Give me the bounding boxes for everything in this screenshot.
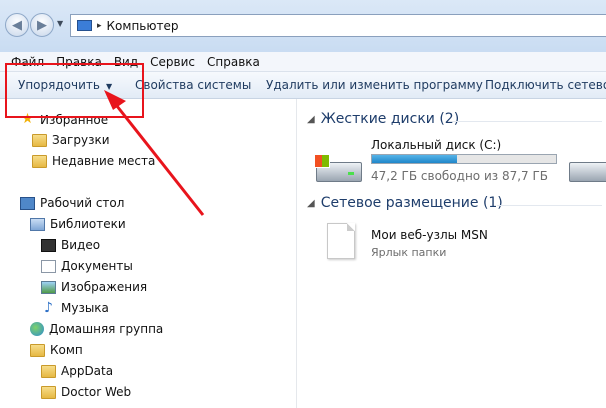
annotation-arrow-icon [104,90,205,216]
